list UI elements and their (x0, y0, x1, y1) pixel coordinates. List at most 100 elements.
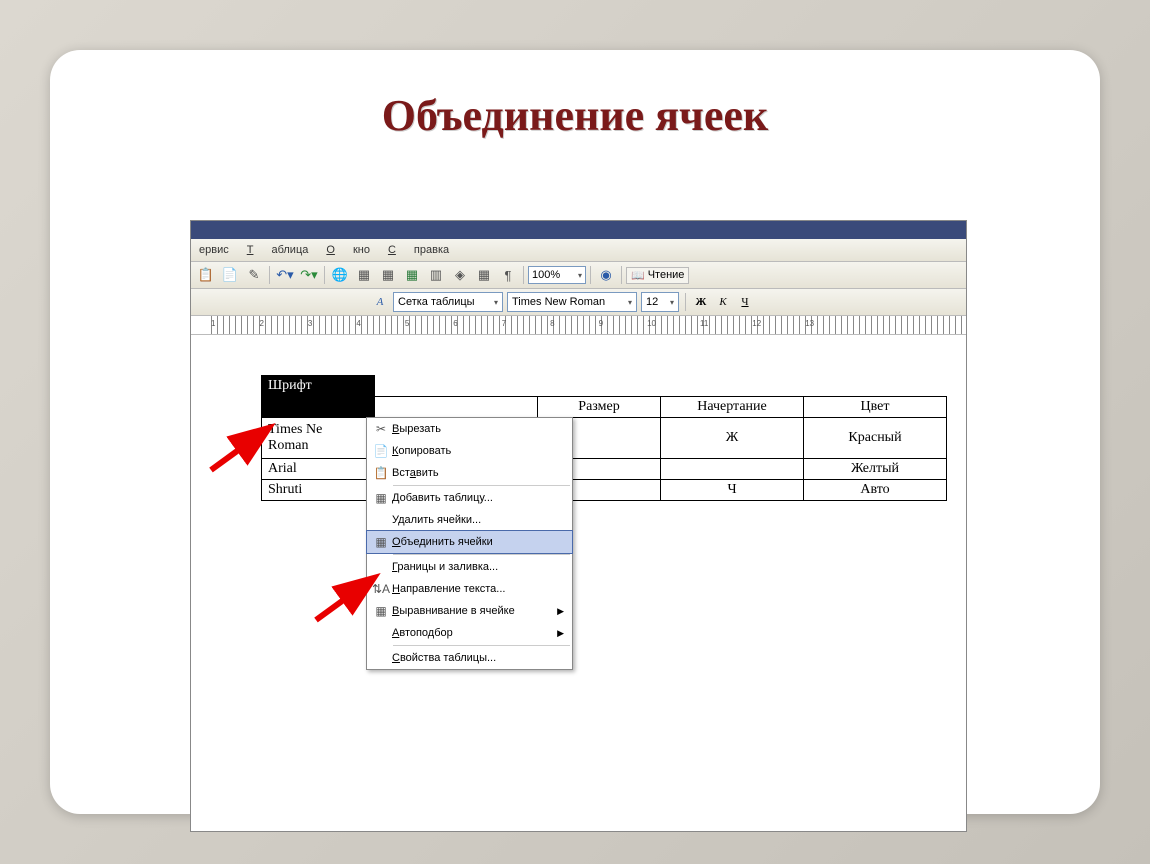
arrow-annotation-1 (206, 425, 286, 480)
bold-button[interactable]: Ж (692, 293, 710, 311)
ruler-mark: 13 (805, 319, 814, 328)
menu-separator (393, 485, 570, 486)
slide-title: Объединение ячеек (50, 50, 1100, 141)
menu-service[interactable]: ервис (199, 244, 229, 256)
separator (685, 293, 686, 311)
cell[interactable] (661, 459, 804, 480)
cell-red[interactable]: Красный (804, 418, 947, 459)
paste-icon: 📋 (370, 466, 392, 480)
ruler-mark: 5 (405, 319, 409, 328)
separator (621, 266, 622, 284)
menu-separator (393, 554, 570, 555)
ruler-mark: 10 (647, 319, 656, 328)
menu-text-direction[interactable]: ⇅AНаправление текста... (367, 578, 572, 600)
ruler-mark: 2 (259, 319, 263, 328)
menu-help[interactable]: Справка (388, 244, 449, 256)
docmap-icon[interactable]: ▦ (473, 264, 495, 286)
hyperlink-icon[interactable]: 🌐 (329, 264, 351, 286)
ruler-mark: 6 (453, 319, 457, 328)
ruler-mark: 1 (211, 319, 215, 328)
document-area[interactable]: Шрифт Размер Начертание Цвет Times NeRom… (191, 335, 966, 832)
reading-mode-button[interactable]: 📖 Чтение (626, 267, 689, 284)
drawing-icon[interactable]: ◈ (449, 264, 471, 286)
standard-toolbar: 📋 📄 ✎ ↶▾ ↷▾ 🌐 ▦ ▦ ▦ ▥ ◈ ▦ ¶ 100% ◉ 📖 Чте… (191, 262, 966, 289)
menu-label: Выравнивание в ячейке (392, 605, 515, 617)
submenu-arrow-icon: ▶ (557, 628, 564, 639)
zoom-combo[interactable]: 100% (528, 266, 586, 284)
menu-autofit[interactable]: Автоподбор ▶ (367, 622, 572, 644)
ruler-mark: 11 (700, 319, 708, 328)
cell-size-header[interactable]: Размер (538, 397, 661, 418)
ruler-mark: 4 (356, 319, 360, 328)
context-menu[interactable]: ✂Вырезать 📄Копировать 📋Вставить ▦Добавит… (366, 417, 573, 670)
columns-icon[interactable]: ▥ (425, 264, 447, 286)
arrow-annotation-2 (311, 575, 391, 630)
menu-paste[interactable]: 📋Вставить (367, 462, 572, 484)
titlebar (191, 221, 966, 239)
italic-button[interactable]: К (714, 293, 732, 311)
insert-table-icon[interactable]: ▦ (377, 264, 399, 286)
show-marks-icon[interactable]: ¶ (497, 264, 519, 286)
cell-auto[interactable]: Авто (804, 480, 947, 501)
cell-yellow[interactable]: Желтый (804, 459, 947, 480)
menu-label: Объединить ячейки (392, 536, 493, 548)
menu-window[interactable]: Окно (326, 244, 370, 256)
menu-delete-cells[interactable]: Удалить ячейки... (367, 509, 572, 531)
menu-label: Свойства таблицы... (392, 652, 496, 664)
tables-borders-icon[interactable]: ▦ (353, 264, 375, 286)
table-row: Размер Начертание Цвет (262, 397, 947, 418)
cell[interactable] (375, 376, 947, 397)
separator (590, 266, 591, 284)
table-row: Arial Желтый (262, 459, 947, 480)
help-icon[interactable]: ◉ (595, 264, 617, 286)
menu-separator (393, 645, 570, 646)
horizontal-ruler[interactable]: 1 2 3 4 5 6 7 8 9 10 11 12 13 (191, 316, 966, 335)
ruler-mark: 3 (308, 319, 312, 328)
table-row: Шрифт (262, 376, 947, 397)
excel-icon[interactable]: ▦ (401, 264, 423, 286)
menu-label: Направление текста... (392, 583, 505, 595)
cell-selected[interactable] (262, 397, 375, 418)
menu-label: Автоподбор (392, 627, 453, 639)
menu-insert-table[interactable]: ▦Добавить таблицу... (367, 487, 572, 509)
cell-color-header[interactable]: Цвет (804, 397, 947, 418)
font-name-combo[interactable]: Times New Roman (507, 292, 637, 312)
menu-label: Вырезать (392, 423, 441, 435)
clipboard-icon[interactable]: 📄 (219, 264, 241, 286)
menu-label: Вставить (392, 467, 439, 479)
menu-table-properties[interactable]: Свойства таблицы... (367, 647, 572, 669)
menu-cut[interactable]: ✂Вырезать (367, 418, 572, 440)
cell-font-shruti[interactable]: Shruti (262, 480, 375, 501)
presentation-slide: Объединение ячеек ервис Таблица Окно Спр… (50, 50, 1100, 814)
format-painter-icon[interactable]: ✎ (243, 264, 265, 286)
styles-icon[interactable]: A (371, 293, 389, 311)
ruler-mark: 8 (550, 319, 554, 328)
separator (523, 266, 524, 284)
submenu-arrow-icon: ▶ (557, 606, 564, 617)
redo-icon[interactable]: ↷▾ (298, 264, 320, 286)
menu-merge-cells[interactable]: ▦Объединить ячейки (366, 530, 573, 554)
undo-icon[interactable]: ↶▾ (274, 264, 296, 286)
ruler-mark: 7 (502, 319, 506, 328)
menu-label: Добавить таблицу... (392, 492, 493, 504)
menu-copy[interactable]: 📄Копировать (367, 440, 572, 462)
cell-bold[interactable]: Ж (661, 418, 804, 459)
underline-button[interactable]: Ч (736, 293, 754, 311)
cell[interactable] (375, 397, 538, 418)
table-row: Shruti Ч Авто (262, 480, 947, 501)
style-combo[interactable]: Сетка таблицы (393, 292, 503, 312)
formatting-toolbar: A Сетка таблицы Times New Roman 12 Ж К Ч (191, 289, 966, 316)
document-table[interactable]: Шрифт Размер Начертание Цвет Times NeRom… (261, 375, 947, 501)
reading-label: Чтение (648, 269, 685, 281)
menu-cell-alignment[interactable]: ▦Выравнивание в ячейке▶ (367, 600, 572, 622)
cell-underline[interactable]: Ч (661, 480, 804, 501)
paste-icon[interactable]: 📋 (195, 264, 217, 286)
font-size-combo[interactable]: 12 (641, 292, 679, 312)
menu-borders-shading[interactable]: Границы и заливка... (367, 556, 572, 578)
scissors-icon: ✂ (370, 422, 392, 436)
menu-table[interactable]: Таблица (247, 244, 309, 256)
menubar[interactable]: ервис Таблица Окно Справка (191, 239, 966, 262)
cell-style-header[interactable]: Начертание (661, 397, 804, 418)
cell-font-header[interactable]: Шрифт (262, 376, 375, 397)
copy-icon: 📄 (370, 444, 392, 458)
